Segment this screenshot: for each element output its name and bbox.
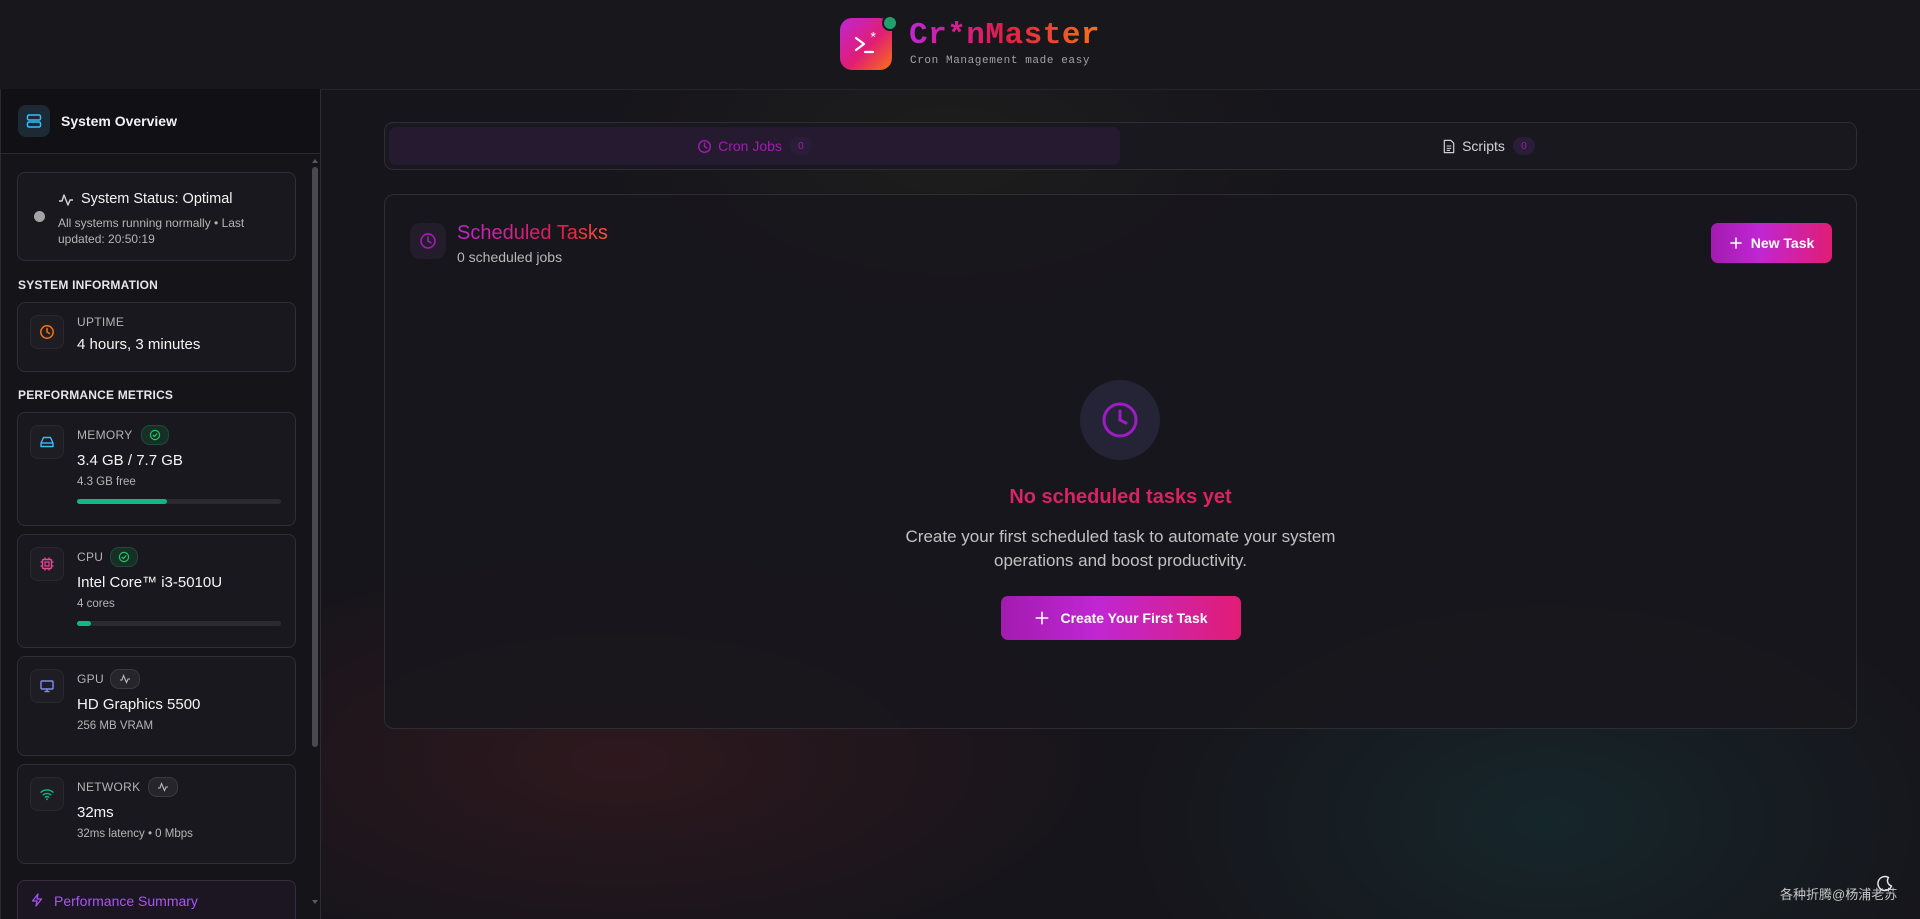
tab-scripts-label: Scripts — [1462, 138, 1505, 154]
uptime-card: UPTIME 4 hours, 3 minutes — [17, 302, 296, 372]
scroll-down-arrow[interactable] — [312, 900, 318, 904]
activity-icon — [120, 673, 130, 684]
memory-usage-fill — [77, 499, 167, 504]
empty-clock-icon — [1080, 380, 1160, 460]
status-dot — [882, 15, 898, 31]
server-icon — [18, 105, 50, 137]
network-label: NETWORK — [77, 780, 141, 794]
tab-cron-jobs-label: Cron Jobs — [718, 138, 782, 154]
check-circle-icon — [149, 429, 161, 441]
new-task-label: New Task — [1750, 235, 1815, 251]
clock-icon — [30, 315, 64, 349]
create-first-task-label: Create Your First Task — [1060, 610, 1208, 626]
network-detail: 32ms latency • 0 Mbps — [77, 828, 193, 840]
cpu-ok-badge — [110, 547, 138, 567]
activity-icon — [158, 781, 168, 792]
wifi-icon — [30, 777, 64, 811]
tab-cron-jobs[interactable]: Cron Jobs 0 — [389, 127, 1120, 165]
plus-icon — [1035, 611, 1049, 625]
empty-state-title: No scheduled tasks yet — [385, 486, 1856, 509]
app-title: Cr*nMaster — [909, 18, 1101, 53]
system-status-card: System Status: Optimal All systems runni… — [17, 172, 296, 261]
sidebar-header: System Overview — [1, 89, 320, 154]
status-detail: All systems running normally • Last upda… — [58, 216, 245, 246]
status-title: System Status: Optimal — [81, 191, 233, 207]
panel-subtitle: 0 scheduled jobs — [457, 249, 563, 265]
create-first-task-button[interactable]: Create Your First Task — [1001, 596, 1241, 640]
gpu-activity-badge — [110, 669, 140, 689]
panel-title: Scheduled Tasks — [457, 222, 608, 244]
performance-summary-card[interactable]: Performance Summary — [17, 880, 296, 919]
cpu-value: Intel Core™ i3-5010U — [77, 574, 223, 591]
performance-summary-label: Performance Summary — [54, 893, 198, 909]
cpu-usage-fill — [77, 621, 92, 626]
tab-scripts[interactable]: Scripts 0 — [1125, 127, 1852, 165]
cpu-usage-bar — [77, 621, 281, 626]
cpu-label: CPU — [77, 550, 104, 564]
sidebar-title: System Overview — [61, 113, 177, 129]
tab-scripts-count: 0 — [1512, 137, 1535, 155]
gpu-label: GPU — [77, 672, 104, 686]
memory-usage-bar — [77, 499, 281, 504]
activity-icon — [59, 194, 73, 206]
cpu-card: CPU Intel Core™ i3-5010U 4 cores — [17, 534, 296, 648]
performance-label: PERFORMANCE METRICS — [18, 388, 174, 402]
network-value: 32ms — [77, 804, 114, 821]
tab-cron-jobs-count: 0 — [789, 137, 812, 155]
cpu-cores: 4 cores — [77, 598, 115, 610]
cpu-icon — [30, 547, 64, 581]
sidebar-scrollbar[interactable] — [312, 167, 318, 747]
gpu-card: GPU HD Graphics 5500 256 MB VRAM — [17, 656, 296, 756]
sidebar: System Overview System Status: Optimal A… — [0, 89, 321, 919]
check-circle-icon — [118, 551, 130, 563]
system-info-label: SYSTEM INFORMATION — [18, 278, 159, 292]
svg-text:*: * — [869, 31, 877, 47]
app-header: * Cr*nMaster Cron Management made easy — [0, 0, 1920, 90]
main-tabs: Cron Jobs 0 Scripts 0 — [384, 122, 1857, 170]
network-activity-badge — [148, 777, 178, 797]
uptime-label: UPTIME — [77, 315, 125, 329]
memory-free: 4.3 GB free — [77, 476, 136, 488]
moon-icon[interactable] — [1876, 875, 1894, 893]
network-card: NETWORK 32ms 32ms latency • 0 Mbps — [17, 764, 296, 864]
uptime-value: 4 hours, 3 minutes — [77, 336, 201, 353]
scheduled-tasks-panel: Scheduled Tasks 0 scheduled jobs New Tas… — [384, 194, 1857, 729]
plus-icon — [1729, 237, 1742, 249]
new-task-button[interactable]: New Task — [1711, 223, 1832, 263]
app-tagline: Cron Management made easy — [910, 55, 1091, 67]
memory-card: MEMORY 3.4 GB / 7.7 GB 4.3 GB free — [17, 412, 296, 526]
empty-state-description: Create your first scheduled task to auto… — [905, 527, 1336, 570]
terminal-icon: * — [854, 31, 877, 54]
memory-ok-badge — [141, 425, 169, 445]
clock-icon — [698, 139, 712, 153]
hard-drive-icon — [30, 425, 64, 459]
status-indicator — [34, 211, 45, 222]
memory-label: MEMORY — [77, 428, 133, 442]
gpu-value: HD Graphics 5500 — [77, 696, 201, 713]
scroll-up-arrow[interactable] — [312, 159, 318, 163]
gpu-vram: 256 MB VRAM — [77, 720, 154, 732]
file-text-icon — [1443, 139, 1455, 153]
zap-icon — [31, 893, 43, 907]
monitor-icon — [30, 669, 64, 703]
memory-value: 3.4 GB / 7.7 GB — [77, 452, 183, 469]
clock-icon — [410, 223, 446, 259]
